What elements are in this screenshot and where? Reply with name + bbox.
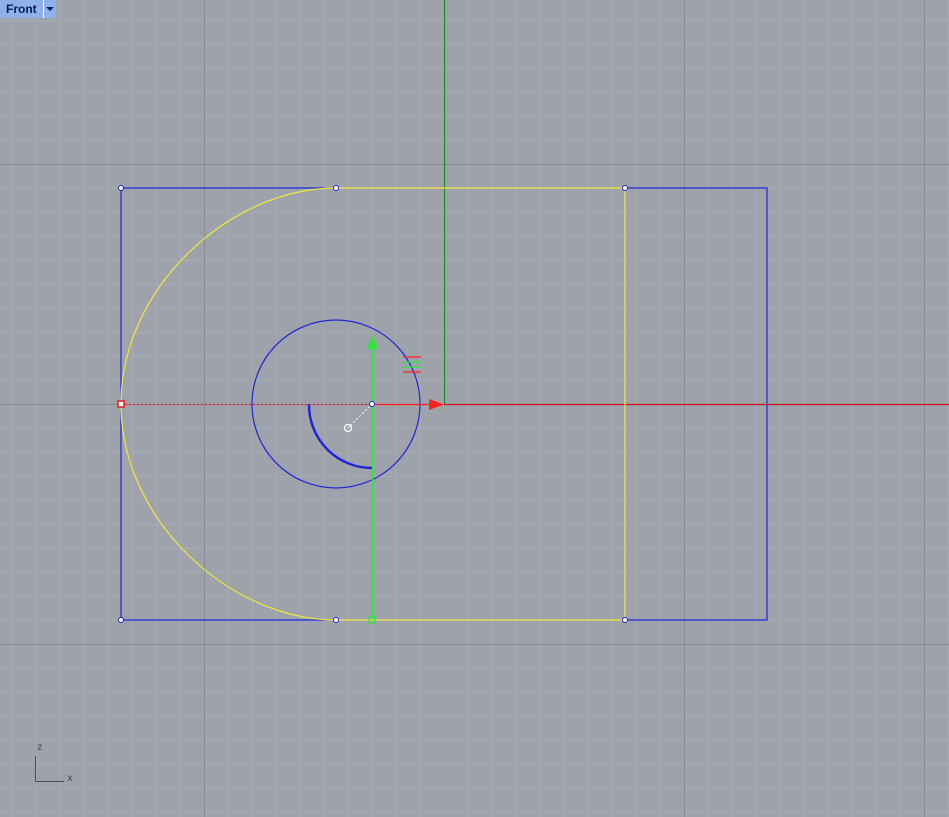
control-point[interactable] bbox=[369, 401, 375, 407]
viewport-title-tab[interactable]: Front bbox=[0, 0, 56, 18]
gumball-scale-handles-icon[interactable] bbox=[403, 356, 421, 373]
viewport-canvas[interactable] bbox=[0, 0, 949, 817]
selected-control-point[interactable] bbox=[117, 400, 125, 408]
gumball-pivot-line bbox=[347, 403, 373, 429]
axis-label-x: x bbox=[67, 773, 73, 784]
major-grid bbox=[0, 0, 949, 817]
front-viewport[interactable]: z x Front bbox=[0, 0, 949, 817]
control-point[interactable] bbox=[333, 617, 339, 623]
minor-grid bbox=[0, 0, 949, 817]
control-point[interactable] bbox=[118, 185, 124, 191]
gumball-x-arrow-icon[interactable] bbox=[429, 399, 444, 410]
gumball-z-arrow-icon[interactable] bbox=[367, 335, 378, 349]
control-point[interactable] bbox=[118, 617, 124, 623]
viewport-title[interactable]: Front bbox=[0, 0, 44, 18]
control-point[interactable] bbox=[333, 185, 339, 191]
axis-indicator-icon bbox=[35, 756, 64, 782]
control-point[interactable] bbox=[622, 617, 628, 623]
dropdown-arrow-icon[interactable] bbox=[43, 0, 56, 18]
control-point[interactable] bbox=[622, 185, 628, 191]
axis-label-z: z bbox=[37, 742, 43, 753]
